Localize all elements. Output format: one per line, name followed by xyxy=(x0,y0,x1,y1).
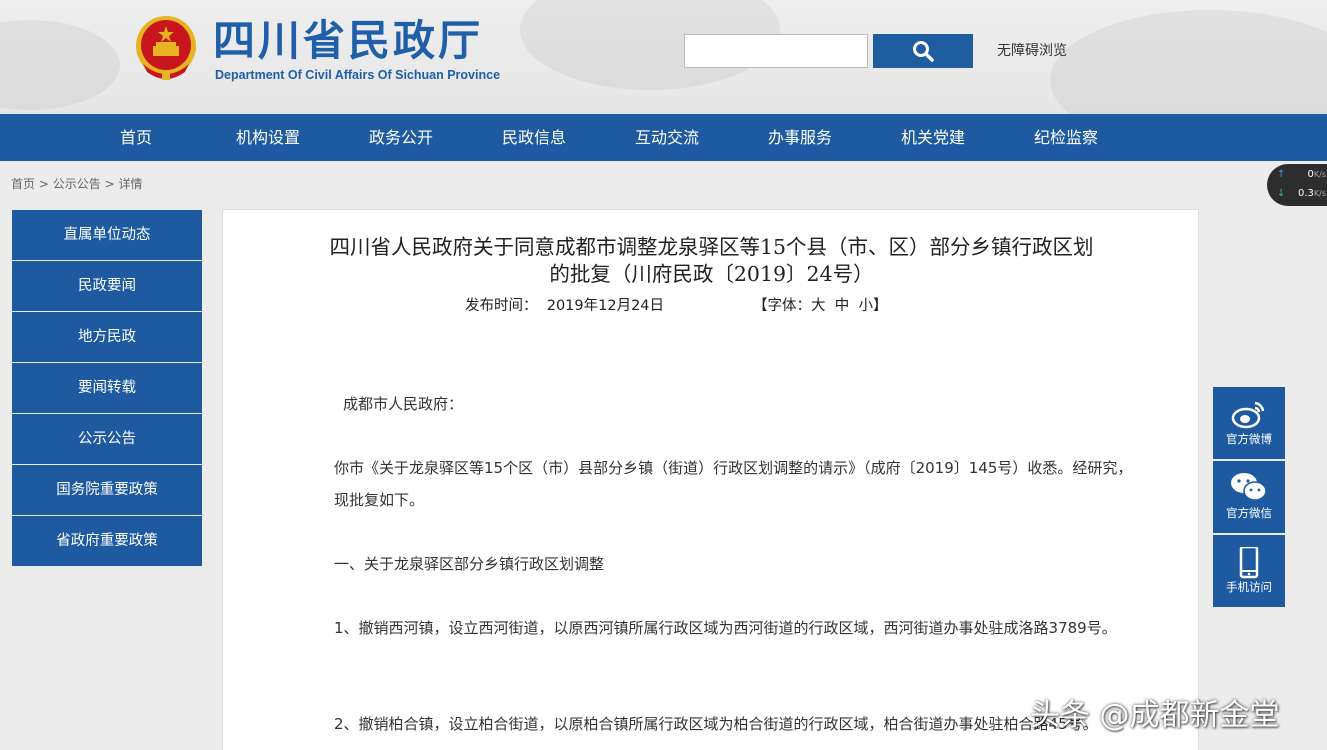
sidebar-item-reprint[interactable]: 要闻转载 xyxy=(12,363,202,413)
font-size-switcher: 【字体：大 中 小】 xyxy=(753,298,888,314)
breadcrumb-current: 详情 xyxy=(118,177,143,191)
network-speed-widget: ↑ 0K/s ↓ 0.3K/s xyxy=(1267,164,1327,206)
nav-item-discipline[interactable]: 纪检监察 xyxy=(1011,114,1121,161)
breadcrumb-home[interactable]: 首页 xyxy=(11,177,35,191)
breadcrumb-separator: > xyxy=(104,177,115,191)
sidebar-item-state-policy[interactable]: 国务院重要政策 xyxy=(12,465,202,515)
mobile-phone-icon xyxy=(1239,547,1259,579)
site-title: 四川省民政厅 xyxy=(213,16,484,65)
font-large-button[interactable]: 大 xyxy=(811,298,826,314)
upload-arrow-icon: ↑ xyxy=(1277,169,1286,180)
sidebar-item-notices[interactable]: 公示公告 xyxy=(12,414,202,464)
weibo-button[interactable]: 官方微博 xyxy=(1213,387,1285,459)
article-paragraph: 1、撤销西河镇，设立西河街道，以原西河镇所属行政区域为西河街道的行政区域，西河街… xyxy=(334,619,1117,637)
nav-item-interaction[interactable]: 互动交流 xyxy=(612,114,722,161)
nav-item-home[interactable]: 首页 xyxy=(81,114,191,161)
article-paragraph: 你市《关于龙泉驿区等15个区（市）县部分乡镇（街道）行政区划调整的请示》（成府〔… xyxy=(334,459,1133,509)
sidebar-item-province-policy[interactable]: 省政府重要政策 xyxy=(12,516,202,566)
font-small-button[interactable]: 小 xyxy=(858,298,873,314)
search-button[interactable] xyxy=(873,34,973,68)
breadcrumb: 首页 > 公示公告 > 详情 xyxy=(11,175,142,192)
download-arrow-icon: ↓ xyxy=(1277,188,1286,199)
site-header: 四川省民政厅 Department Of Civil Affairs Of Si… xyxy=(0,0,1327,114)
article-panel: 四川省人民政府关于同意成都市调整龙泉驿区等15个县（市、区）部分乡镇行政区划 的… xyxy=(222,209,1199,750)
article-title: 四川省人民政府关于同意成都市调整龙泉驿区等15个县（市、区）部分乡镇行政区划 的… xyxy=(329,235,1094,286)
article-salutation: 成都市人民政府： xyxy=(343,395,464,413)
search-icon xyxy=(913,41,934,62)
sidebar-item-civil-news[interactable]: 民政要闻 xyxy=(12,261,202,311)
font-medium-button[interactable]: 中 xyxy=(835,298,850,314)
main-nav: 首页 机构设置 政务公开 民政信息 互动交流 办事服务 机关党建 纪检监察 xyxy=(0,114,1327,161)
article-heading: 一、关于龙泉驿区部分乡镇行政区划调整 xyxy=(334,555,605,573)
nav-item-civil-info[interactable]: 民政信息 xyxy=(479,114,589,161)
nav-item-gov-affairs[interactable]: 政务公开 xyxy=(346,114,456,161)
weibo-icon xyxy=(1231,401,1265,429)
mobile-access-button[interactable]: 手机访问 xyxy=(1213,535,1285,607)
wechat-icon xyxy=(1231,473,1267,501)
nav-item-party[interactable]: 机关党建 xyxy=(878,114,988,161)
watermark: 头条 @成都新金堂 xyxy=(1030,698,1280,733)
search-input[interactable] xyxy=(684,34,868,68)
nav-item-services[interactable]: 办事服务 xyxy=(745,114,855,161)
accessibility-link[interactable]: 无障碍浏览 xyxy=(997,40,1067,60)
floating-share-panel: 官方微博 官方微信 手机访问 xyxy=(1213,387,1285,609)
sidebar-item-unit-news[interactable]: 直属单位动态 xyxy=(12,210,202,260)
article-paragraph: 2、撤销柏合镇，设立柏合街道，以原柏合镇所属行政区域为柏合街道的行政区域，柏合街… xyxy=(334,715,1098,733)
publish-date: 发布时间： 2019年12月24日 xyxy=(465,298,665,314)
sidebar: 直属单位动态 民政要闻 地方民政 要闻转载 公示公告 国务院重要政策 省政府重要… xyxy=(12,210,202,567)
sidebar-item-local[interactable]: 地方民政 xyxy=(12,312,202,362)
site-subtitle: Department Of Civil Affairs Of Sichuan P… xyxy=(215,68,501,82)
wechat-button[interactable]: 官方微信 xyxy=(1213,461,1285,533)
nav-item-organization[interactable]: 机构设置 xyxy=(213,114,323,161)
national-emblem-icon xyxy=(136,16,196,80)
breadcrumb-separator: > xyxy=(38,177,49,191)
breadcrumb-section[interactable]: 公示公告 xyxy=(53,177,101,191)
